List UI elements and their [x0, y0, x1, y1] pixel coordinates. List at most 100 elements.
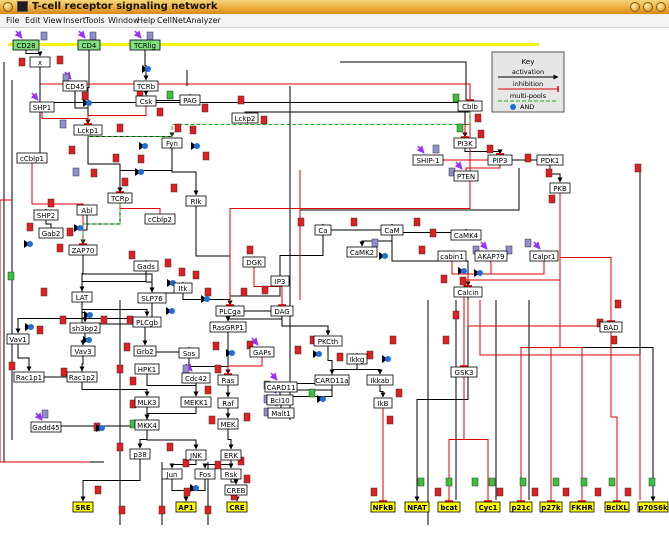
edge-x-pi3k[interactable] — [39, 67, 468, 138]
node-cdc42[interactable]: Cdc42 — [181, 372, 211, 384]
node-fyn[interactable]: Fyn — [161, 137, 183, 149]
and-node[interactable] — [461, 268, 467, 274]
close-button[interactable] — [656, 2, 666, 12]
node-cam[interactable]: CaM — [380, 224, 404, 236]
node-tcrp[interactable]: TCRp — [107, 192, 133, 204]
and-node[interactable] — [194, 143, 200, 149]
edge-rlk-plcga[interactable] — [195, 206, 233, 306]
node-mekk1[interactable]: MEKK1 — [180, 396, 212, 408]
node-sos[interactable]: Sos — [178, 347, 200, 359]
edge-pkcth-card11a[interactable] — [327, 346, 335, 375]
edge-rac1p2-mlk3[interactable] — [81, 382, 150, 397]
node-mlk3[interactable]: MLK3 — [134, 396, 160, 408]
node-shp1[interactable]: SHP1 — [29, 101, 55, 113]
node-itk[interactable]: Itk — [173, 282, 193, 294]
node-rac1p2[interactable]: Rac1p2 — [66, 371, 98, 383]
and-node[interactable] — [145, 66, 151, 72]
node-ikkg[interactable]: Ikkg — [346, 353, 368, 365]
and-node[interactable] — [86, 337, 92, 343]
menu-insert[interactable]: Insert — [63, 14, 86, 27]
node-p38[interactable]: p38 — [129, 448, 151, 460]
node-ship1[interactable]: SHIP-1 — [412, 154, 444, 166]
title-bar[interactable]: T-cell receptor signaling network — [0, 0, 669, 15]
edge-pkb-fkhr[interactable] — [559, 193, 583, 501]
node-cre[interactable]: CRE — [226, 501, 248, 513]
node-pip3[interactable]: PIP3 — [487, 154, 513, 166]
node-shp2[interactable]: SHP2 — [33, 209, 59, 221]
edge-pkb-p27k[interactable] — [550, 193, 561, 501]
node-p70s6k[interactable]: p70S6k — [637, 501, 669, 513]
and-node[interactable] — [138, 169, 144, 175]
edge-dag-rasgrp1[interactable] — [225, 316, 283, 322]
and-node[interactable] — [27, 241, 33, 247]
edge-ikkab-ikb[interactable] — [379, 385, 386, 398]
node-card11[interactable]: CARD11 — [264, 381, 298, 393]
node-rac1p1[interactable]: Rac1p1 — [13, 371, 45, 383]
node-lckp1[interactable]: Lckp1 — [73, 124, 103, 136]
node-camk2[interactable]: CaMK2 — [346, 246, 378, 258]
node-fkhr[interactable]: FKHR — [569, 501, 595, 513]
node-hpk1[interactable]: HPK1 — [134, 363, 160, 375]
and-node[interactable] — [169, 308, 175, 314]
node-bcat[interactable]: bcat — [437, 501, 461, 513]
node-jnk[interactable]: JNK — [185, 449, 207, 461]
node-plcga[interactable]: PLCga — [215, 305, 245, 317]
node-gab2[interactable]: Gab2 — [38, 227, 64, 239]
node-malt1[interactable]: Malt1 — [267, 407, 295, 419]
edge-rsk-creb[interactable] — [230, 479, 239, 485]
edge-x-cblb[interactable] — [39, 67, 471, 100]
and-node[interactable] — [382, 253, 388, 259]
and-node[interactable] — [320, 396, 326, 402]
and-node[interactable] — [204, 296, 210, 302]
node-creb[interactable]: CREB — [224, 484, 248, 496]
node-calpr1[interactable]: Calpr1 — [529, 250, 559, 262]
node-grb2[interactable]: Grb2 — [133, 345, 157, 357]
menu-window[interactable]: Window — [108, 14, 140, 27]
node-pkcth[interactable]: PKCth — [313, 335, 343, 347]
node-dgk[interactable]: DGK — [242, 256, 266, 268]
node-rasgrp1[interactable]: RasGRP1 — [209, 321, 247, 333]
node-nfkb[interactable]: NFkB — [370, 501, 396, 513]
edge-sos-ras[interactable] — [188, 358, 231, 375]
node-gads[interactable]: Gads — [133, 260, 159, 272]
node-csk[interactable]: Csk — [135, 95, 157, 107]
node-ccblp2[interactable]: cCblp2 — [144, 213, 176, 225]
node-sh3bp2[interactable]: sh3bp2 — [69, 322, 101, 334]
node-nfat[interactable]: NFAT — [404, 501, 430, 513]
node-bclxl[interactable]: BclXL — [604, 501, 630, 513]
node-ap1[interactable]: AP1 — [175, 501, 197, 513]
node-ikb[interactable]: IkB — [373, 397, 393, 409]
node-cd45[interactable]: CD45 — [62, 80, 88, 92]
edge-ikkg-ikkab[interactable] — [356, 364, 383, 375]
node-ccblp1[interactable]: cCblp1 — [16, 152, 48, 164]
menu-cellnetanalyzer[interactable]: CellNetAnalyzer — [157, 14, 221, 27]
node-mek[interactable]: MEK — [217, 418, 239, 430]
edge-cblb-plcga[interactable] — [229, 111, 471, 305]
node-tcrb[interactable]: TCRb — [133, 80, 159, 92]
edge-pkb-bad[interactable] — [559, 193, 612, 321]
edge-tcrlig-tcrb[interactable] — [143, 50, 149, 81]
and-node[interactable] — [87, 312, 93, 318]
node-mkk4[interactable]: MKK4 — [134, 419, 160, 431]
window-menu-button[interactable] — [3, 2, 13, 12]
node-cd28[interactable]: CD28 — [12, 39, 40, 51]
and-node[interactable] — [86, 100, 92, 106]
node-x[interactable]: x — [29, 56, 51, 68]
node-bad[interactable]: BAD — [599, 321, 623, 333]
node-pdk1[interactable]: PDK1 — [536, 154, 564, 166]
edge-gaps-ras[interactable] — [227, 357, 263, 374]
node-gaps[interactable]: GAPs — [249, 346, 275, 358]
node-rsk[interactable]: Rsk — [220, 468, 242, 480]
node-calcin[interactable]: Calcin — [453, 286, 483, 298]
edge-csk-lckp1[interactable] — [87, 106, 147, 124]
menu-tools[interactable]: Tools — [85, 14, 105, 27]
minimize-button[interactable] — [630, 2, 640, 12]
edge-mkk4-p38[interactable] — [137, 430, 148, 449]
node-tcrlig[interactable]: TCRlig — [129, 39, 161, 51]
edge-dag-pkcth[interactable] — [281, 316, 331, 336]
node-dag[interactable]: DAG — [270, 305, 294, 317]
and-node[interactable] — [99, 425, 105, 431]
node-p21c[interactable]: p21c — [509, 501, 533, 513]
menu-help[interactable]: Help — [137, 14, 155, 27]
node-ras[interactable]: Ras — [217, 374, 239, 386]
